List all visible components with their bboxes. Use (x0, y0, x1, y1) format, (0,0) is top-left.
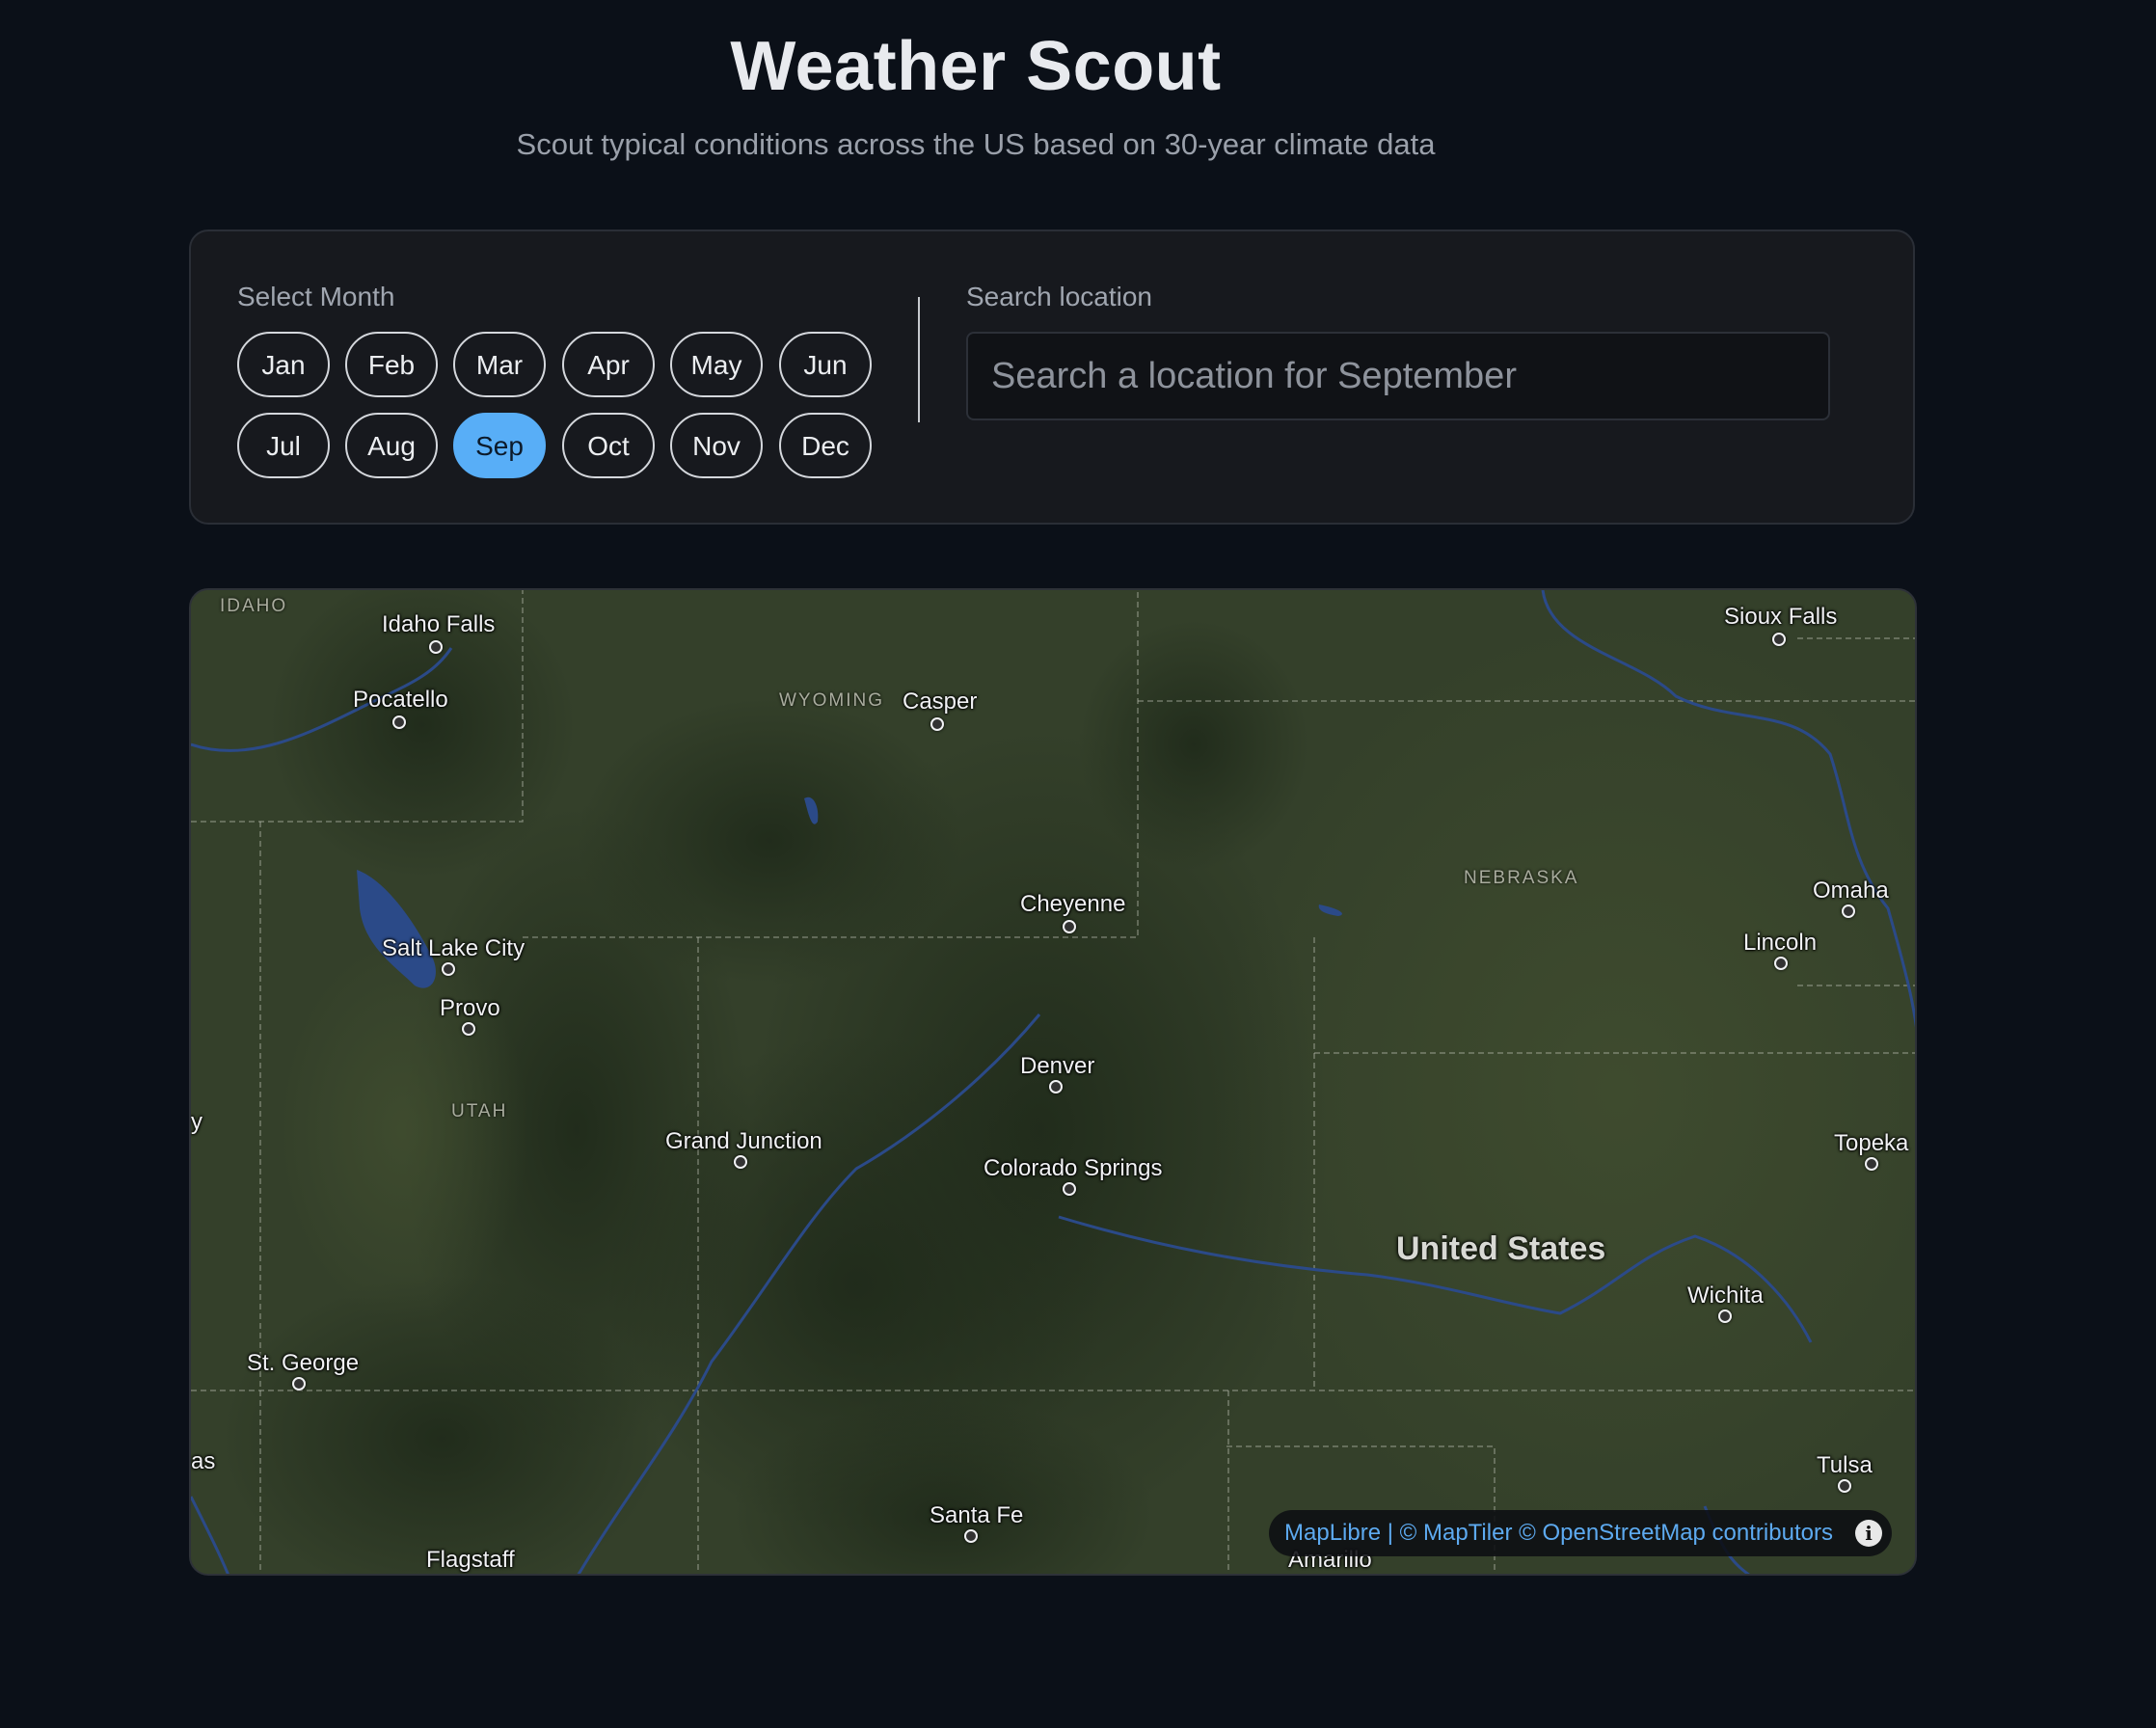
city-label-denver: Denver (1020, 1053, 1095, 1079)
city-label-omaha: Omaha (1813, 878, 1889, 904)
page-subtitle: Scout typical conditions across the US b… (516, 127, 1436, 161)
city-dot-colorado-springs (1063, 1182, 1076, 1196)
month-button-aug[interactable]: Aug (345, 413, 438, 478)
city-dot-casper (930, 717, 944, 731)
city-dot-denver (1049, 1080, 1063, 1094)
month-button-feb[interactable]: Feb (345, 332, 438, 397)
city-label-edge-west: y (191, 1109, 202, 1135)
location-search-input[interactable] (966, 332, 1830, 420)
city-label-wichita: Wichita (1687, 1282, 1764, 1309)
month-button-jan[interactable]: Jan (237, 332, 330, 397)
city-dot-sioux-falls (1772, 633, 1786, 646)
city-label-salt-lake-city: Salt Lake City (382, 935, 526, 961)
controls-panel: Select Month Jan Feb Mar Apr May Jun Jul… (189, 230, 1915, 525)
city-label-cheyenne: Cheyenne (1020, 891, 1126, 917)
city-dot-santa-fe (964, 1529, 978, 1543)
city-label-flagstaff: Flagstaff (426, 1547, 515, 1573)
month-button-sep[interactable]: Sep (453, 413, 546, 478)
city-label-edge-southwest: as (191, 1448, 216, 1474)
city-dot-omaha (1842, 904, 1855, 918)
city-dot-provo (462, 1022, 475, 1036)
state-label-utah: UTAH (451, 1101, 508, 1121)
city-dot-st-george (292, 1377, 306, 1390)
city-label-provo: Provo (440, 995, 500, 1021)
search-label: Search location (966, 282, 1153, 311)
state-label-nebraska: NEBRASKA (1464, 868, 1579, 888)
city-dot-pocatello (392, 716, 406, 729)
month-button-jul[interactable]: Jul (237, 413, 330, 478)
city-dot-grand-junction (734, 1155, 747, 1169)
city-label-sioux-falls: Sioux Falls (1724, 604, 1838, 630)
country-label: United States (1396, 1230, 1606, 1267)
city-label-colorado-springs: Colorado Springs (984, 1155, 1163, 1181)
month-button-jun[interactable]: Jun (779, 332, 872, 397)
month-button-nov[interactable]: Nov (670, 413, 763, 478)
info-icon[interactable]: i (1855, 1520, 1882, 1547)
city-label-topeka: Topeka (1834, 1130, 1909, 1156)
city-label-tulsa: Tulsa (1817, 1452, 1873, 1478)
city-dot-tulsa (1838, 1479, 1851, 1493)
city-label-pocatello: Pocatello (353, 687, 448, 713)
city-label-idaho-falls: Idaho Falls (382, 611, 496, 637)
city-label-santa-fe: Santa Fe (930, 1502, 1024, 1528)
month-label: Select Month (237, 282, 395, 311)
map[interactable]: IDAHO WYOMING NEBRASKA UTAH United State… (189, 588, 1917, 1576)
month-button-mar[interactable]: Mar (453, 332, 546, 397)
city-label-st-george: St. George (247, 1350, 360, 1376)
city-label-grand-junction: Grand Junction (665, 1128, 822, 1154)
city-dot-lincoln (1774, 957, 1788, 970)
city-dot-idaho-falls (429, 640, 443, 654)
attribution-links[interactable]: MapLibre | © MapTiler © OpenStreetMap co… (1284, 1510, 1833, 1556)
month-button-dec[interactable]: Dec (779, 413, 872, 478)
map-attribution[interactable]: MapLibre | © MapTiler © OpenStreetMap co… (1269, 1510, 1892, 1556)
city-label-casper: Casper (903, 688, 978, 715)
city-label-lincoln: Lincoln (1743, 930, 1818, 956)
state-label-idaho: IDAHO (220, 596, 288, 616)
panel-divider (918, 297, 920, 422)
state-label-wyoming: WYOMING (779, 690, 884, 711)
month-button-oct[interactable]: Oct (562, 413, 655, 478)
city-dot-wichita (1718, 1310, 1732, 1323)
page-title: Weather Scout (730, 28, 1222, 105)
city-dot-cheyenne (1063, 920, 1076, 933)
month-button-apr[interactable]: Apr (562, 332, 655, 397)
city-dot-salt-lake-city (442, 962, 455, 976)
month-button-may[interactable]: May (670, 332, 763, 397)
city-dot-topeka (1865, 1157, 1878, 1171)
